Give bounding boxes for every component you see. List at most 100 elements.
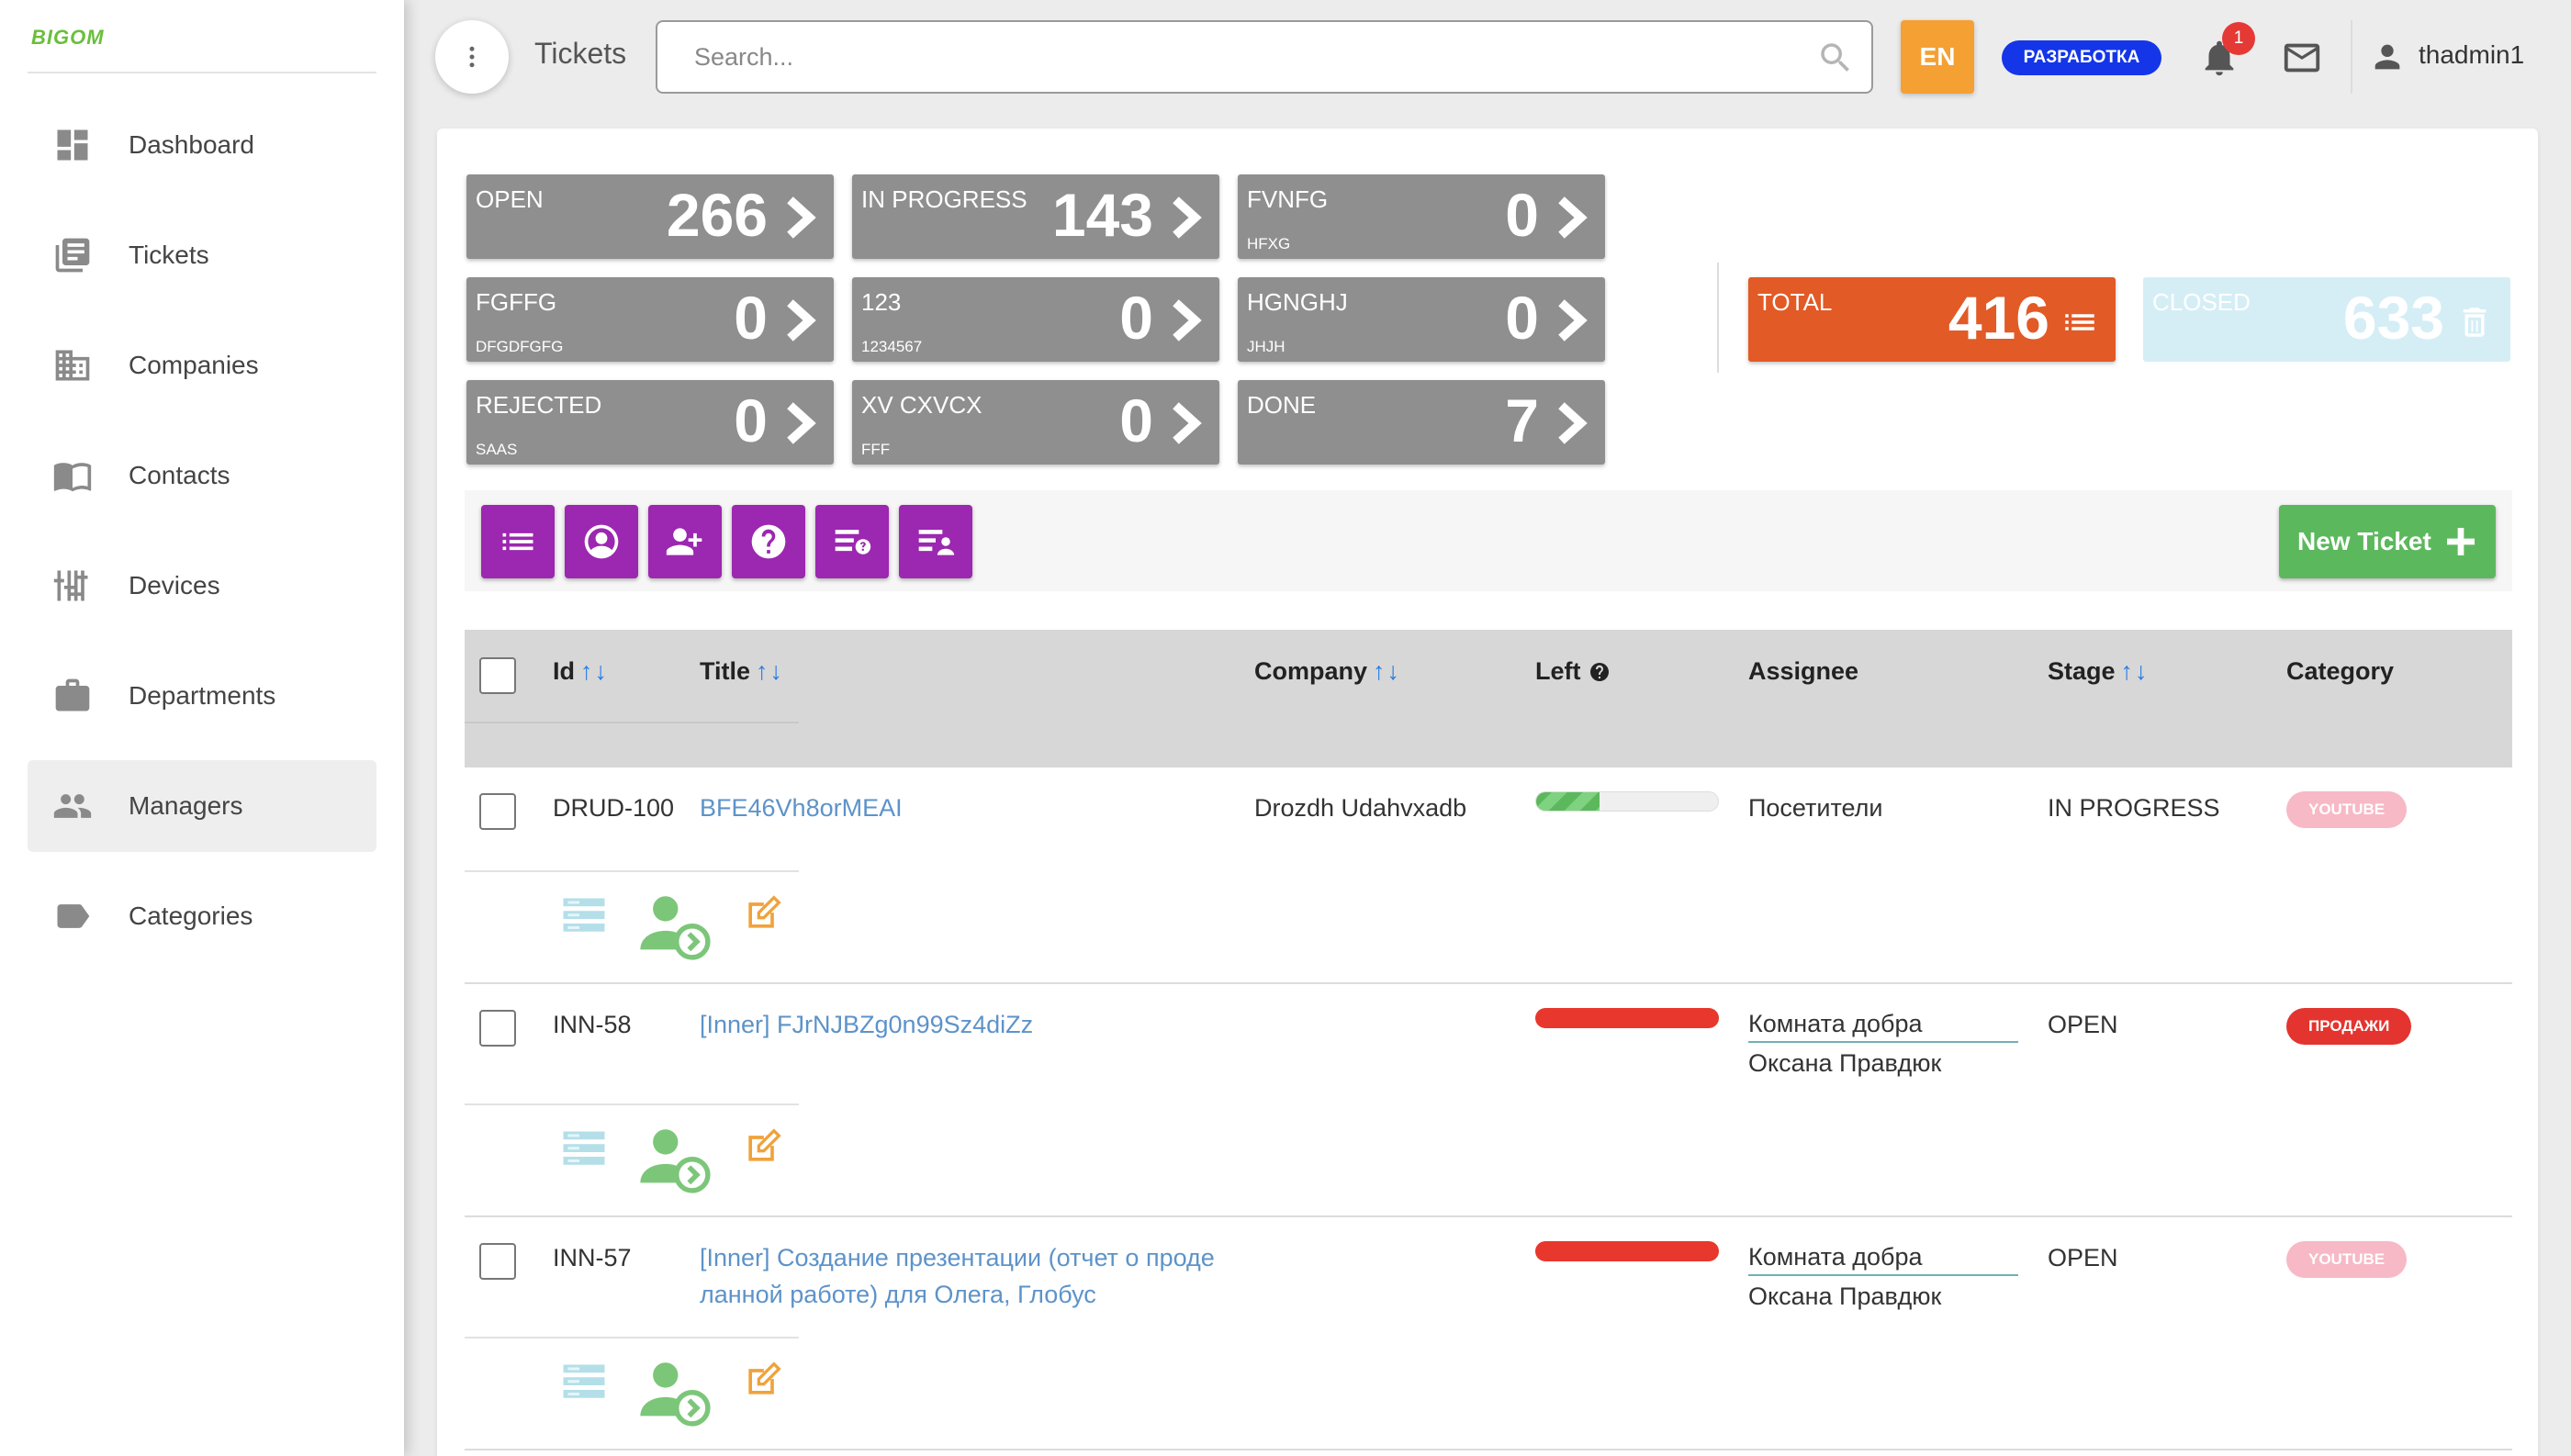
app-logo[interactable]: BIGOM bbox=[31, 26, 105, 50]
sidebar-item-managers[interactable]: Managers bbox=[28, 760, 376, 852]
ticket-stage: IN PROGRESS bbox=[2048, 794, 2220, 822]
list-user-icon bbox=[918, 530, 955, 555]
edit-icon[interactable] bbox=[742, 1361, 782, 1401]
row-checkbox[interactable] bbox=[479, 1010, 516, 1047]
row-checkbox[interactable] bbox=[479, 1243, 516, 1280]
sidebar-item-dashboard[interactable]: Dashboard bbox=[28, 99, 376, 191]
search-input[interactable] bbox=[656, 20, 1873, 94]
assign-user-icon[interactable] bbox=[637, 1353, 713, 1428]
stat-label: TOTAL bbox=[1757, 288, 1833, 316]
stat-xv-cxvcx[interactable]: XV CXVCX FFF 0 bbox=[852, 380, 1219, 465]
column-label: Id bbox=[553, 657, 575, 685]
user-name[interactable]: thadmin1 bbox=[2419, 40, 2524, 70]
column-header-id[interactable]: Id ↑↓ bbox=[553, 657, 609, 686]
language-button[interactable]: EN bbox=[1901, 20, 1974, 94]
chevron-right-icon bbox=[780, 400, 821, 446]
stat-label: DONE bbox=[1247, 391, 1317, 419]
more-vert-icon bbox=[469, 46, 475, 68]
details-icon[interactable] bbox=[556, 887, 612, 942]
stat-123[interactable]: 123 1234567 0 bbox=[852, 277, 1219, 362]
user-plus-icon bbox=[666, 528, 702, 555]
row-checkbox[interactable] bbox=[479, 793, 516, 830]
unanswered-filter-button[interactable] bbox=[815, 505, 889, 578]
ticket-stage: OPEN bbox=[2048, 1244, 2118, 1271]
sort-arrows[interactable]: ↑↓ bbox=[756, 657, 784, 686]
sidebar: BIGOM Dashboard Tickets Companies Contac… bbox=[0, 0, 404, 1456]
sidebar-item-devices[interactable]: Devices bbox=[28, 540, 376, 632]
assign-user-icon[interactable] bbox=[637, 1120, 713, 1195]
stat-fvnfg[interactable]: FVNFG HFXG 0 bbox=[1238, 174, 1605, 259]
user-circle-icon bbox=[584, 524, 619, 559]
sidebar-item-categories[interactable]: Categories bbox=[28, 870, 376, 962]
list-question-icon bbox=[835, 530, 871, 554]
stat-hgnghj[interactable]: HGNGHJ JHJH 0 bbox=[1238, 277, 1605, 362]
assignee-team[interactable]: Комната добра bbox=[1748, 1006, 2018, 1043]
chevron-right-icon bbox=[1166, 400, 1207, 446]
stat-sublabel: SAAS bbox=[476, 441, 518, 458]
add-user-button[interactable] bbox=[648, 505, 722, 578]
sidebar-item-tickets[interactable]: Tickets bbox=[28, 209, 376, 301]
sidebar-item-label: Devices bbox=[129, 571, 220, 599]
ticket-title-link[interactable]: [Inner] Создание презентации (отчет о пр… bbox=[700, 1239, 1215, 1276]
more-menu-button[interactable] bbox=[435, 20, 509, 94]
ticket-title-link[interactable]: [Inner] FJrNJBZg0n99Sz4diZz bbox=[700, 1006, 1033, 1043]
sort-arrows[interactable]: ↑↓ bbox=[580, 657, 609, 686]
stat-done[interactable]: DONE 7 bbox=[1238, 380, 1605, 465]
assignee-team: Посетители bbox=[1748, 794, 1883, 822]
stat-label: XV CXVCX bbox=[861, 391, 982, 419]
column-header-stage[interactable]: Stage ↑↓ bbox=[2048, 657, 2150, 686]
table-header bbox=[465, 630, 2512, 767]
column-header-company[interactable]: Company ↑↓ bbox=[1254, 657, 1401, 686]
row-divider bbox=[465, 982, 2512, 984]
category-badge: ПРОДАЖИ bbox=[2286, 1008, 2412, 1045]
edit-icon[interactable] bbox=[742, 1127, 782, 1168]
stat-value: 7 bbox=[1505, 386, 1539, 454]
stat-rejected[interactable]: REJECTED SAAS 0 bbox=[466, 380, 834, 465]
column-header-title[interactable]: Title ↑↓ bbox=[700, 657, 784, 686]
label-icon bbox=[51, 895, 94, 937]
ticket-title-link-cont[interactable]: ланной работе) для Олега, Глобус bbox=[700, 1276, 1096, 1313]
select-all-checkbox[interactable] bbox=[479, 657, 516, 694]
stat-in-progress[interactable]: IN PROGRESS 143 bbox=[852, 174, 1219, 259]
ticket-title-link[interactable]: BFE46Vh8orMEAI bbox=[700, 790, 903, 826]
edit-icon[interactable] bbox=[742, 894, 782, 935]
sidebar-item-companies[interactable]: Companies bbox=[28, 319, 376, 411]
sort-arrows[interactable]: ↑↓ bbox=[1373, 657, 1401, 686]
ticket-id: INN-58 bbox=[553, 1011, 632, 1038]
stat-value: 0 bbox=[1505, 181, 1539, 249]
stat-value: 633 bbox=[2342, 284, 2444, 352]
search-icon[interactable] bbox=[1816, 39, 1855, 77]
help-button[interactable] bbox=[732, 505, 805, 578]
stat-fgffg[interactable]: FGFFG DFGDFGFG 0 bbox=[466, 277, 834, 362]
assignee-team[interactable]: Комната добра bbox=[1748, 1239, 2018, 1276]
chevron-right-icon bbox=[1166, 195, 1207, 241]
person-icon[interactable] bbox=[2369, 39, 2406, 75]
column-label: Company bbox=[1254, 657, 1368, 685]
mail-icon[interactable] bbox=[2281, 37, 2325, 81]
details-icon[interactable] bbox=[556, 1120, 612, 1175]
ticket-id: INN-57 bbox=[553, 1244, 632, 1271]
assigned-filter-button[interactable] bbox=[899, 505, 972, 578]
stat-total[interactable]: TOTAL 416 bbox=[1748, 277, 2116, 362]
stat-value: 266 bbox=[666, 181, 768, 249]
sort-arrows[interactable]: ↑↓ bbox=[2121, 657, 2150, 686]
new-ticket-button[interactable]: New Ticket bbox=[2279, 505, 2496, 578]
list-view-button[interactable] bbox=[481, 505, 555, 578]
assign-user-icon[interactable] bbox=[637, 887, 713, 962]
trash-icon bbox=[2455, 303, 2494, 342]
sidebar-item-departments[interactable]: Departments bbox=[28, 650, 376, 742]
column-header-assignee: Assignee bbox=[1748, 657, 1858, 686]
column-label: Assignee bbox=[1748, 657, 1859, 685]
assignee-person: Оксана Правдюк bbox=[1748, 1282, 1942, 1310]
stat-open[interactable]: OPEN 266 bbox=[466, 174, 834, 259]
book-open-icon bbox=[51, 454, 94, 497]
assignee-person: Оксана Правдюк bbox=[1748, 1049, 1942, 1077]
details-icon[interactable] bbox=[556, 1353, 612, 1408]
my-tickets-button[interactable] bbox=[565, 505, 638, 578]
sidebar-item-contacts[interactable]: Contacts bbox=[28, 430, 376, 521]
page-title: Tickets bbox=[534, 37, 627, 70]
stat-closed[interactable]: CLOSED 633 bbox=[2143, 277, 2510, 362]
stat-value: 416 bbox=[1948, 284, 2049, 352]
chevron-right-icon bbox=[1166, 297, 1207, 343]
question-circle-icon[interactable] bbox=[1589, 661, 1611, 683]
